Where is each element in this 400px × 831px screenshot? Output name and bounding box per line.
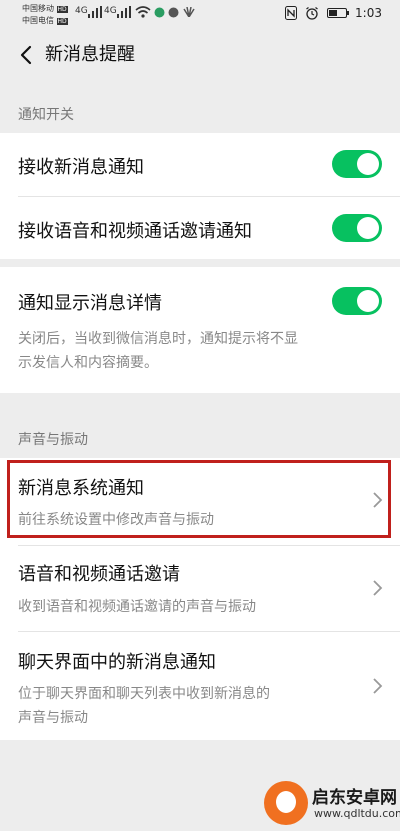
nfc-icon: [285, 6, 298, 20]
setting-label: 通知显示消息详情: [18, 293, 162, 314]
setting-description: 收到语音和视频通话邀请的声音与振动: [18, 599, 256, 615]
chevron-right-icon: [373, 492, 383, 508]
divider: [18, 545, 400, 546]
watermark: 启东安卓网 www.qdltdu.com: [264, 775, 400, 827]
divider: [18, 196, 400, 197]
message-icon: [168, 7, 179, 18]
wifi-icon: [135, 6, 151, 18]
app-notification-icon: [154, 7, 165, 18]
setting-description-line: 声音与振动: [18, 710, 88, 726]
toggle-knob: [357, 290, 379, 312]
chevron-right-icon: [373, 580, 383, 596]
network-type-1: 4G: [75, 6, 88, 16]
toggle-receive-call-invite[interactable]: [332, 214, 382, 242]
watermark-logo-icon: [264, 781, 308, 825]
network-type-2: 4G: [104, 6, 117, 16]
message-detail-group: 通知显示消息详情 关闭后，当收到微信消息时，通知提示将不显 示发信人和内容摘要。: [0, 267, 400, 393]
setting-description-line: 示发信人和内容摘要。: [18, 355, 158, 371]
setting-label: 接收新消息通知: [18, 157, 144, 178]
notification-switch-group: 接收新消息通知 接收语音和视频通话邀请通知: [0, 133, 400, 259]
page-title: 新消息提醒: [45, 44, 135, 65]
setting-description-line: 位于聊天界面和聊天列表中收到新消息的: [18, 686, 270, 702]
section-title-notification-switch: 通知开关: [18, 107, 74, 123]
setting-label: 语音和视频通话邀请: [18, 564, 180, 585]
signal-icon: [117, 6, 131, 18]
sound-group: 新消息系统通知 前往系统设置中修改声音与振动 语音和视频通话邀请 收到语音和视频…: [0, 458, 400, 740]
status-bar: 中国移动 HD 中国电信 HD 4G 4G 1:03: [0, 0, 400, 28]
alarm-icon: [306, 7, 318, 20]
hd-badge: HD: [56, 6, 68, 13]
setting-label: 接收语音和视频通话邀请通知: [18, 221, 252, 242]
chevron-right-icon: [373, 678, 383, 694]
setting-description-line: 关闭后，当收到微信消息时，通知提示将不显: [18, 331, 298, 347]
section-title-sound: 声音与振动: [18, 432, 88, 448]
setting-description: 关闭后，当收到微信消息时，通知提示将不显 示发信人和内容摘要。: [18, 327, 298, 375]
divider: [18, 631, 400, 632]
chevron-left-icon[interactable]: [14, 41, 38, 69]
toggle-knob: [357, 217, 379, 239]
carrier-2: 中国电信: [22, 16, 54, 25]
carrier-info: 中国移动 HD 中国电信 HD: [22, 3, 68, 27]
huawei-icon: [183, 7, 195, 17]
status-right: 1:03: [285, 6, 382, 20]
setting-label: 聊天界面中的新消息通知: [18, 652, 216, 673]
setting-label: 新消息系统通知: [18, 478, 144, 499]
toggle-show-detail[interactable]: [332, 287, 382, 315]
clock: 1:03: [355, 6, 382, 20]
watermark-url: www.qdltdu.com: [314, 807, 400, 820]
watermark-name: 启东安卓网: [312, 788, 397, 808]
signal-icon: [88, 6, 102, 18]
toggle-knob: [357, 153, 379, 175]
carrier-1: 中国移动: [22, 4, 54, 13]
battery-icon: [327, 8, 350, 18]
setting-description: 位于聊天界面和聊天列表中收到新消息的 声音与振动: [18, 682, 270, 730]
hd-badge: HD: [56, 18, 68, 25]
setting-description: 前往系统设置中修改声音与振动: [18, 512, 214, 528]
toggle-receive-new-message[interactable]: [332, 150, 382, 178]
nav-bar: 新消息提醒: [0, 28, 400, 84]
